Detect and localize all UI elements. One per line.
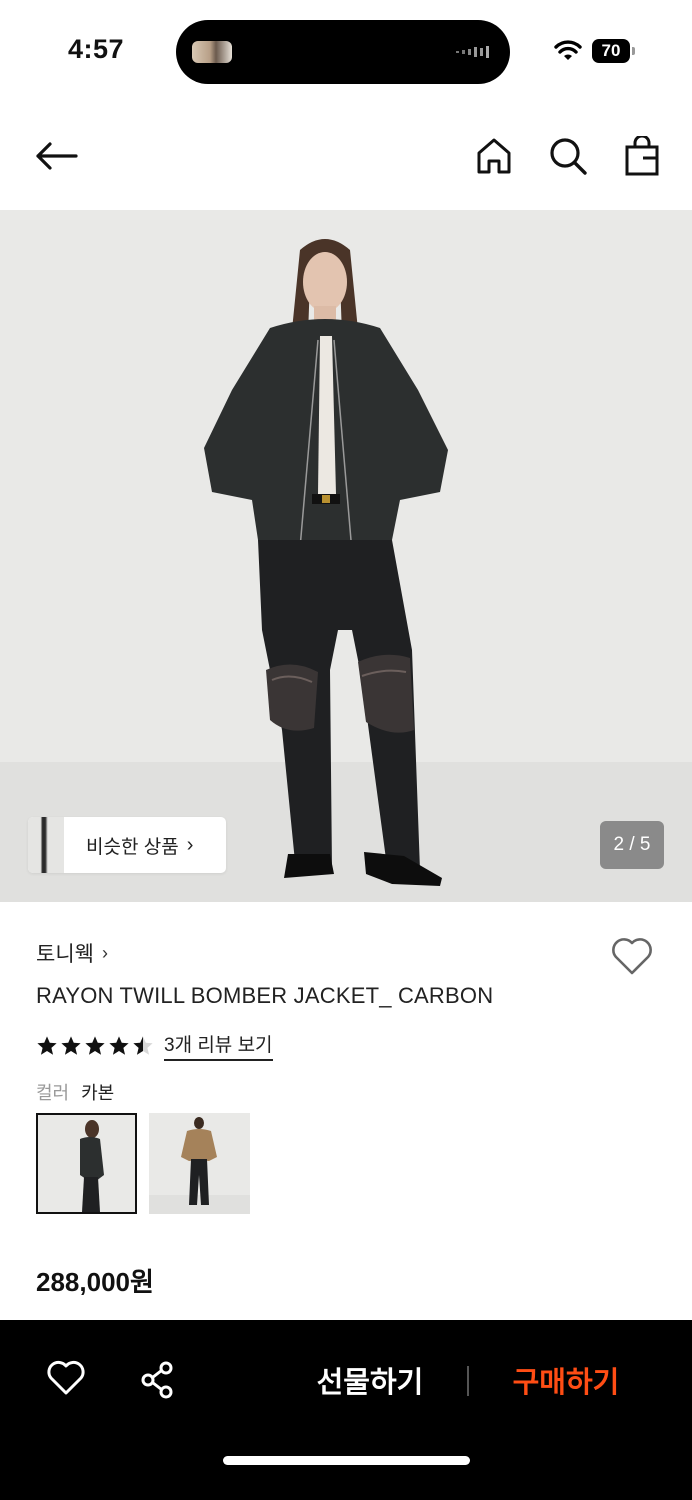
brand-name: 토니웩 [36,943,94,966]
dynamic-island[interactable] [176,20,510,84]
brand-link[interactable]: 토니웩 › [36,938,108,968]
live-activity-thumbnail [192,41,232,63]
status-indicators: 70 [554,38,635,64]
similar-products-label: 비슷한 상품 [86,836,179,858]
color-swatch-beige[interactable] [149,1113,250,1214]
search-button[interactable] [546,132,590,180]
heart-icon [612,938,652,975]
status-time: 4:57 [68,34,125,64]
color-label: 컬러 [36,1083,70,1103]
battery-tip [632,47,635,55]
bottom-action-bar: 선물하기 구매하기 [0,1320,692,1500]
half-star-icon [133,1035,153,1055]
rating-row: 3개 리뷰 보기 [36,1030,273,1061]
buy-button[interactable]: 구매하기 [496,1356,636,1404]
color-value: 카본 [81,1083,115,1103]
similar-product-thumbnail [28,817,64,873]
star-icon [85,1035,105,1055]
home-button[interactable] [472,132,516,180]
status-bar: 4:57 70 [0,0,692,100]
product-price: 288,000원 [36,1267,154,1297]
share-button[interactable] [136,1358,180,1402]
like-button[interactable] [44,1358,88,1402]
color-row: 컬러 카본 [36,1079,114,1105]
wifi-icon [554,40,582,60]
rating-stars [36,1035,154,1057]
back-button[interactable] [32,134,80,178]
color-swatches [36,1113,250,1214]
search-icon [550,138,587,175]
shopping-bag-icon [625,136,659,176]
swatch-photo [38,1115,135,1212]
gift-button[interactable]: 선물하기 [300,1356,440,1404]
cart-button[interactable] [620,132,664,180]
product-image-carousel[interactable]: 비슷한 상품 › 2 / 5 [0,210,692,902]
star-icon [37,1035,57,1055]
battery-level: 70 [601,41,621,60]
swatch-photo [149,1113,250,1214]
audio-wave-icon [456,46,489,58]
star-icon [61,1035,81,1055]
image-page-indicator: 2 / 5 [600,821,664,869]
chevron-right-icon: › [186,833,194,856]
color-swatch-carbon[interactable] [36,1113,137,1214]
home-icon [477,138,511,174]
battery-indicator: 70 [592,39,635,63]
similar-products-button[interactable]: 비슷한 상품 › [28,817,226,873]
home-indicator[interactable] [223,1456,470,1465]
wishlist-button[interactable] [610,936,654,980]
action-divider [467,1366,469,1396]
review-link[interactable]: 3개 리뷰 보기 [164,1030,273,1061]
heart-icon [47,1360,85,1395]
share-icon [141,1361,173,1399]
top-nav [0,100,692,210]
star-icon [109,1035,129,1055]
product-photo [204,239,448,886]
product-title: RAYON TWILL BOMBER JACKET_ CARBON [36,983,494,1008]
arrow-left-icon [36,142,78,170]
chevron-right-icon: › [101,942,108,963]
